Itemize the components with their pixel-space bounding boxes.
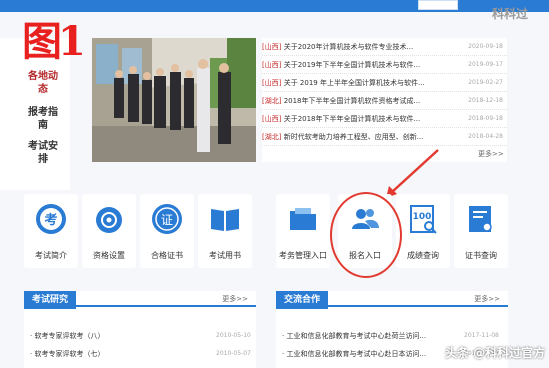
tile-qualification-settings[interactable]: 资格设置: [82, 194, 136, 268]
list-item[interactable]: · 软考专家评软考（七）: [30, 349, 104, 359]
list-item[interactable]: · 工业和信息化部教育与考试中心赴日本访问...: [282, 349, 426, 359]
news-photo[interactable]: [92, 38, 256, 162]
svg-text:证: 证: [161, 213, 173, 227]
tile-label: 考试用书: [209, 251, 241, 260]
news-list: [山西] 关于2020年计算机技术与软件专业技术... 2020-09-18 [山…: [262, 38, 507, 162]
score-100-icon: 100: [410, 205, 437, 234]
panel-exam-research: 考试研究 更多>> · 软考专家评软考（八） 2010-05-10 · 软考专家…: [24, 291, 256, 368]
folder-icon: [290, 208, 316, 230]
watermark-top: 科科过: [492, 7, 529, 21]
tile-label: 考试简介: [35, 251, 67, 260]
tile-label: 合格证书: [151, 251, 183, 260]
certificate-search-icon: [469, 206, 492, 232]
side-nav-item-registration-guide[interactable]: 报考指南: [28, 106, 58, 132]
search-input[interactable]: [418, 0, 458, 10]
side-nav-item-local-news[interactable]: 各地动态: [28, 70, 58, 96]
tile-label: 成绩查询: [407, 251, 439, 260]
news-more-link[interactable]: 更多>>: [478, 149, 504, 159]
list-item-date: 2010-05-07: [216, 350, 251, 357]
news-item[interactable]: [山西] 关于 2019 年上半年全国计算机技术与软件... 2019-02-27: [262, 74, 507, 92]
tile-label: 考务管理入口: [279, 251, 327, 260]
tile-label: 资格设置: [93, 251, 125, 260]
certificate-icon: 证: [152, 204, 182, 234]
panel-title: 交流合作: [276, 291, 329, 309]
tile-score-query[interactable]: 100 成绩查询: [396, 194, 450, 268]
tile-certificate[interactable]: 证 合格证书: [140, 194, 194, 268]
panel-more-link[interactable]: 更多>>: [474, 294, 500, 304]
list-item-date: 2010-05-10: [216, 332, 251, 339]
panel-title: 考试研究: [24, 291, 77, 309]
side-nav-item-exam-schedule[interactable]: 考试安排: [28, 140, 58, 166]
news-item[interactable]: [山西] 关于2018年下半年全国计算机技术与软件... 2018-09-18: [262, 110, 507, 128]
top-bar: [0, 0, 549, 12]
news-item[interactable]: [山西] 关于2019年下半年全国计算机技术与软件... 2019-09-17: [262, 56, 507, 74]
news-item[interactable]: [山西] 关于2020年计算机技术与软件专业技术... 2020-09-18: [262, 38, 507, 56]
tile-exam-books[interactable]: 考试用书: [198, 194, 252, 268]
svg-text:100: 100: [413, 212, 432, 222]
list-item-date: 2017-11-08: [464, 332, 499, 339]
list-item[interactable]: · 软考专家评软考（八）: [30, 331, 104, 341]
svg-text:考: 考: [44, 212, 57, 228]
book-icon: [211, 209, 239, 231]
panel-more-link[interactable]: 更多>>: [222, 294, 248, 304]
figure-label: 图1: [22, 18, 86, 65]
highlight-circle: [330, 192, 402, 278]
watermark-bottom: 头条 @科科过官方: [445, 346, 546, 360]
list-item[interactable]: · 工业和信息化部教育与考试中心赴荷兰访问...: [282, 331, 426, 341]
kao-badge-icon: 考: [36, 204, 66, 234]
tile-label: 证书查询: [465, 251, 497, 260]
medal-icon: [96, 207, 122, 233]
tile-certificate-query[interactable]: 证书查询: [454, 194, 508, 268]
tile-exam-intro[interactable]: 考 考试简介: [24, 194, 78, 268]
news-item[interactable]: [湖北] 新时代软考助力培养工程型、应用型、创新... 2018-04-28: [262, 128, 507, 146]
tile-exam-admin-entry[interactable]: 考务管理入口: [276, 194, 330, 268]
news-item[interactable]: [湖北] 2018年下半年全国计算机软件资格考试成... 2018-12-18: [262, 92, 507, 110]
